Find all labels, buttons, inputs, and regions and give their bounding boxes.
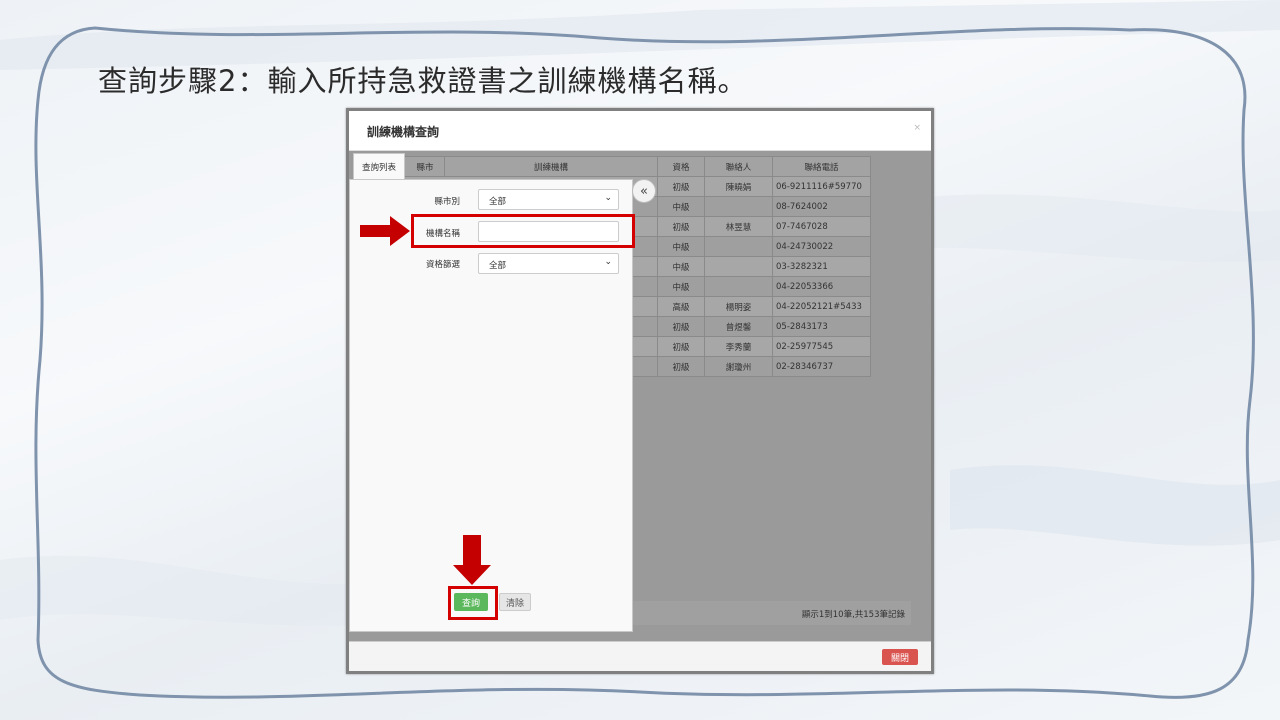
city-label: 縣市別 [434,197,460,207]
cell-contact: 謝瓊州 [704,356,773,377]
cell-phone: 02-25977545 [772,336,871,357]
cell-phone: 06-9211116#59770 [772,176,871,197]
pager-summary: 顯示1到10筆,共153筆記錄 [801,610,905,620]
table-header-institution[interactable]: 訓練機構 [444,156,658,177]
slide-title: 查詢步驟2：輸入所持急救證書之訓練機構名稱。 [98,64,748,98]
query-button-highlight [448,586,498,620]
cell-level: 初級 [657,316,705,337]
chevron-down-icon: ⌄ [604,193,612,203]
cell-contact [704,256,773,277]
name-field-highlight [411,214,635,248]
arrow-right-icon [360,216,410,246]
cell-level: 初級 [657,216,705,237]
cell-contact: 曾煜馨 [704,316,773,337]
cell-level: 初級 [657,356,705,377]
cell-phone: 02-28346737 [772,356,871,377]
modal-footer: 關閉 [349,641,931,671]
cell-phone: 04-22053366 [772,276,871,297]
city-select[interactable]: 全部 ⌄ [478,189,619,210]
arrow-down-icon [453,535,491,585]
level-select[interactable]: 全部 ⌄ [478,253,619,274]
cell-level: 初級 [657,176,705,197]
cell-level: 中級 [657,276,705,297]
tab-city[interactable]: 縣市 [406,153,444,180]
level-select-value: 全部 [489,261,507,271]
table-header-contact[interactable]: 聯絡人 [704,156,773,177]
close-button[interactable]: 關閉 [882,649,918,665]
cell-phone: 04-22052121#5433 [772,296,871,317]
filter-panel: 縣市別 全部 ⌄ 機構名稱 資格篩選 全部 ⌄ 查詢 清除 [349,179,635,632]
cell-contact [704,236,773,257]
cell-contact: 陳曉娟 [704,176,773,197]
cell-phone: 08-7624002 [772,196,871,217]
cell-contact: 楊明姿 [704,296,773,317]
city-select-value: 全部 [489,197,507,207]
modal-title: 訓練機構查詢 [367,125,440,139]
cell-level: 初級 [657,336,705,357]
cell-level: 中級 [657,196,705,217]
table-header-phone[interactable]: 聯絡電話 [772,156,871,177]
level-label: 資格篩選 [425,260,460,270]
cell-level: 中級 [657,256,705,277]
cell-phone: 07-7467028 [772,216,871,237]
close-x-icon[interactable]: × [913,123,921,133]
cell-contact: 李秀蘭 [704,336,773,357]
cell-phone: 03-3282321 [772,256,871,277]
cell-phone: 04-24730022 [772,236,871,257]
table-header-level[interactable]: 資格 [657,156,705,177]
clear-button[interactable]: 清除 [499,593,531,611]
collapse-panel-icon[interactable]: « [632,179,656,203]
cell-contact: 林昱慧 [704,216,773,237]
modal-header: 訓練機構查詢 × [349,111,931,151]
tab-query-list[interactable]: 查詢列表 [353,153,405,180]
cell-contact [704,196,773,217]
cell-phone: 05-2843173 [772,316,871,337]
cell-contact [704,276,773,297]
screenshot-dialog: 訓練機構查詢 × 訓練機構 資格 聯絡人 聯絡電話 初級 陳曉娟 06-921111… [346,108,934,674]
cell-level: 中級 [657,236,705,257]
chevron-down-icon: ⌄ [604,257,612,267]
cell-level: 高級 [657,296,705,317]
